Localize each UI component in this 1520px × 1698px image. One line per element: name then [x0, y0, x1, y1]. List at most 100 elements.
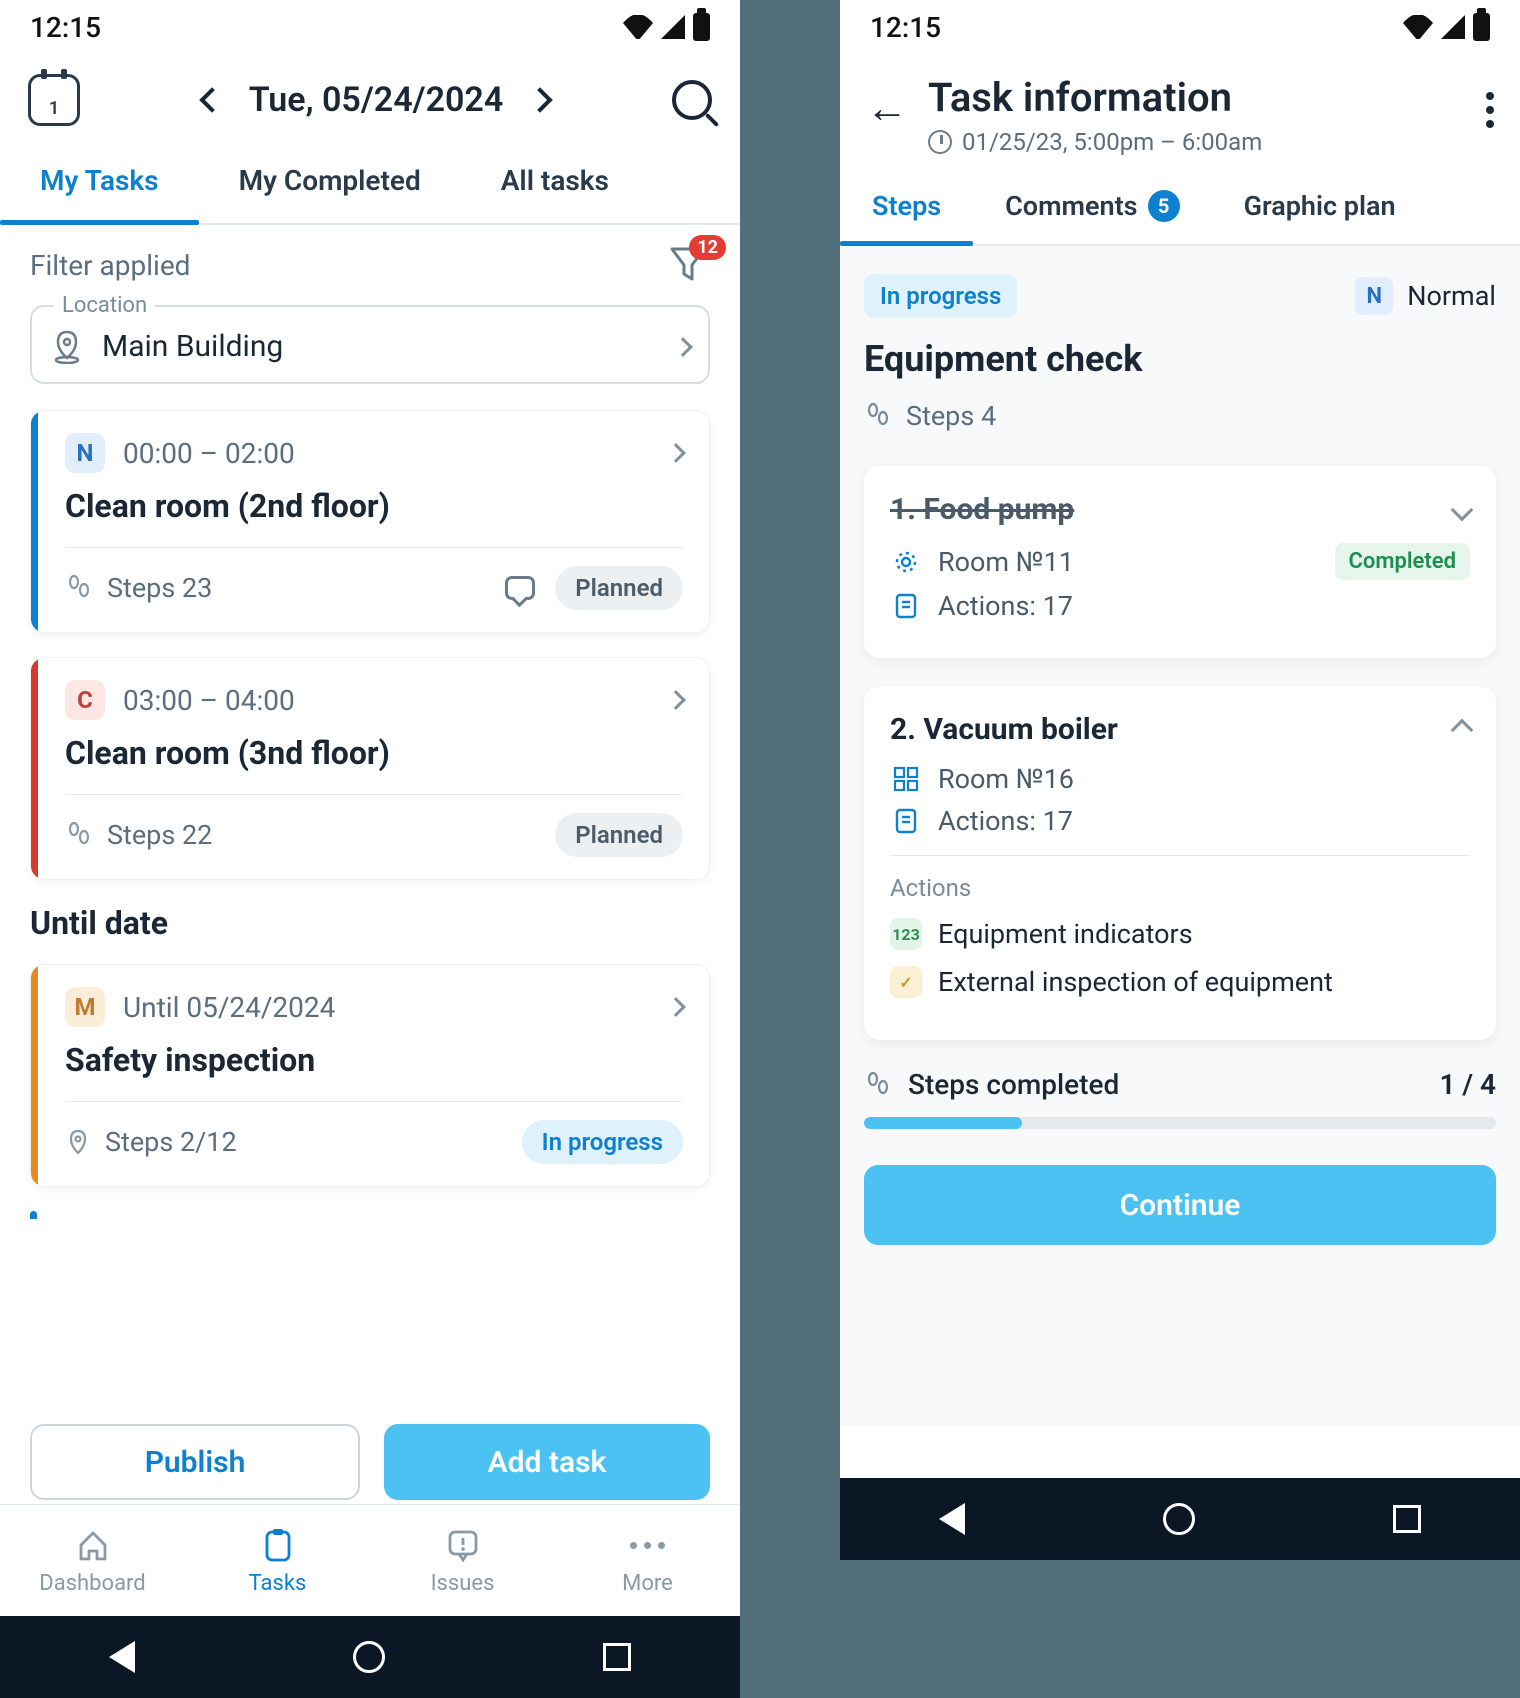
tab-comments[interactable]: Comments 5 [973, 178, 1211, 244]
action-type-icon: ✓ [890, 966, 922, 998]
chevron-down-icon[interactable] [1451, 498, 1474, 521]
bottom-buttons: Publish Add task [30, 1424, 710, 1500]
location-selector[interactable]: Location Main Building [30, 305, 710, 384]
nav-tasks[interactable]: Tasks [185, 1505, 370, 1616]
phone-my-tasks: 12:15 1 Tue, 05/24/2024 My Tasks My Comp… [0, 0, 740, 1698]
chevron-left-icon[interactable] [199, 87, 224, 112]
task-card[interactable]: N 00:00 – 02:00 Clean room (2nd floor) S… [30, 410, 710, 633]
tab-my-tasks[interactable]: My Tasks [0, 154, 199, 223]
task-time: 03:00 – 04:00 [123, 684, 651, 717]
completed-badge: Completed [1335, 543, 1471, 580]
step-card[interactable]: 1. Food pump Room №11 Completed Actions:… [864, 466, 1496, 658]
steps-total: Steps 4 [906, 400, 996, 432]
progress-area: Steps completed 1 / 4 Continue [864, 1068, 1496, 1245]
priority-badge: N [1355, 277, 1393, 315]
search-icon[interactable] [672, 80, 712, 120]
subtitle: 01/25/23, 5:00pm – 6:00am [962, 128, 1262, 156]
action-item[interactable]: 123 Equipment indicators [890, 918, 1470, 950]
room-icon [890, 763, 922, 795]
android-recent-icon[interactable] [603, 1643, 631, 1671]
chevron-right-icon[interactable] [528, 87, 553, 112]
publish-button[interactable]: Publish [30, 1424, 360, 1500]
android-back-icon[interactable] [939, 1503, 965, 1535]
priority-badge: M [65, 987, 105, 1027]
status-chip: Planned [555, 566, 683, 610]
task-card[interactable]: C 03:00 – 04:00 Clean room (3nd floor) S… [30, 657, 710, 880]
back-icon[interactable]: ← [866, 88, 908, 130]
nav-more[interactable]: More [555, 1505, 740, 1616]
task-card[interactable]: M Until 05/24/2024 Safety inspection Ste… [30, 964, 710, 1187]
continue-button[interactable]: Continue [864, 1165, 1496, 1245]
steps-count: Steps 23 [107, 572, 491, 604]
android-home-icon[interactable] [353, 1641, 385, 1673]
clock-icon [928, 130, 952, 154]
steps-icon [864, 402, 892, 430]
date-label[interactable]: Tue, 05/24/2024 [249, 80, 504, 120]
more-icon[interactable] [1486, 92, 1494, 128]
step-card[interactable]: 2. Vacuum boiler Room №16 Actions: 17 Ac… [864, 686, 1496, 1040]
bottom-nav: Dashboard Tasks Issues More [0, 1504, 740, 1616]
action-label: External inspection of equipment [938, 966, 1333, 998]
calendar-icon[interactable]: 1 [28, 74, 80, 126]
location-value: Main Building [102, 329, 658, 364]
wifi-icon [623, 15, 653, 39]
chevron-up-icon[interactable] [1451, 718, 1474, 741]
step-list: 1. Food pump Room №11 Completed Actions:… [864, 466, 1496, 1040]
room-label: Room №16 [938, 763, 1470, 795]
detail-tabs: Steps Comments 5 Graphic plan [840, 162, 1520, 246]
tab-my-completed[interactable]: My Completed [199, 154, 461, 223]
steps-icon [65, 574, 93, 602]
section-until-date: Until date [30, 904, 710, 942]
progress-bar [864, 1117, 1496, 1129]
android-home-icon[interactable] [1163, 1503, 1195, 1535]
android-nav [0, 1616, 740, 1698]
signal-icon [659, 13, 687, 41]
priority-stripe [31, 965, 38, 1186]
tab-steps[interactable]: Steps [840, 178, 973, 244]
step-title: 2. Vacuum boiler [890, 712, 1118, 747]
task-tabs: My Tasks My Completed All tasks [0, 140, 740, 225]
chevron-right-icon [673, 337, 693, 357]
filter-icon[interactable]: 12 [670, 247, 710, 283]
battery-icon [693, 13, 710, 41]
chevron-right-icon [666, 690, 686, 710]
date-navigator: Tue, 05/24/2024 [88, 80, 664, 120]
actions-count: Actions: 17 [938, 590, 1470, 622]
priority-box: N Normal [1355, 277, 1496, 315]
location-icon [65, 1129, 91, 1155]
tab-all-tasks[interactable]: All tasks [461, 154, 649, 223]
chevron-right-icon [666, 997, 686, 1017]
status-bar: 12:15 [840, 0, 1520, 54]
actions-count: Actions: 17 [938, 805, 1470, 837]
android-nav [840, 1478, 1520, 1560]
status-chip: In progress [864, 274, 1017, 318]
action-type-icon: 123 [890, 918, 922, 950]
task-list: N 00:00 – 02:00 Clean room (2nd floor) S… [30, 410, 710, 880]
android-back-icon[interactable] [109, 1641, 135, 1673]
steps-icon [65, 821, 93, 849]
task-title: Clean room (3nd floor) [65, 734, 683, 772]
alert-icon [445, 1527, 481, 1563]
comments-count: 5 [1148, 190, 1180, 222]
steps-count: Steps 22 [107, 819, 541, 851]
priority-badge: N [65, 433, 105, 473]
header: 1 Tue, 05/24/2024 [0, 54, 740, 140]
clock-time: 12:15 [870, 11, 941, 44]
add-task-button[interactable]: Add task [384, 1424, 710, 1500]
status-chip: In progress [522, 1120, 683, 1164]
clock-time: 12:15 [30, 11, 101, 44]
tab-graphic-plan[interactable]: Graphic plan [1212, 178, 1428, 244]
nav-issues[interactable]: Issues [370, 1505, 555, 1616]
task-title: Clean room (2nd floor) [65, 487, 683, 525]
comment-icon [505, 576, 535, 600]
room-label: Room №11 [938, 546, 1319, 578]
android-recent-icon[interactable] [1393, 1505, 1421, 1533]
priority-stripe [31, 411, 38, 632]
filter-label: Filter applied [30, 249, 190, 282]
clipboard-icon [260, 1527, 296, 1563]
document-icon [890, 805, 922, 837]
action-item[interactable]: ✓ External inspection of equipment [890, 966, 1470, 998]
status-bar: 12:15 [0, 0, 740, 54]
status-icons [623, 13, 710, 41]
nav-dashboard[interactable]: Dashboard [0, 1505, 185, 1616]
